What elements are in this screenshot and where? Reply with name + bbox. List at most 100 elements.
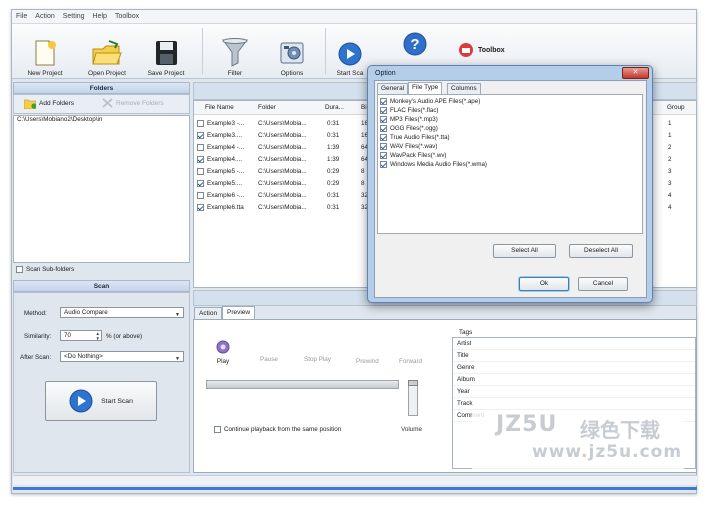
dialog-tab-file-type[interactable]: File Type <box>408 82 443 94</box>
row-checkbox[interactable] <box>197 204 204 211</box>
open-folder-icon <box>92 40 122 65</box>
menu-file[interactable]: File <box>16 13 27 20</box>
pause-button[interactable]: Pause <box>260 356 278 363</box>
scan-subfolders-checkbox[interactable]: Scan Sub-folders <box>16 266 74 273</box>
cancel-button[interactable]: Cancel <box>578 277 628 291</box>
row-folder: C:\Users\Mobia... <box>258 192 307 199</box>
menu-setting[interactable]: Setting <box>63 13 85 20</box>
tag-row[interactable]: Year <box>453 386 695 398</box>
save-project-button[interactable]: Save Project <box>142 27 190 77</box>
dialog-tab-columns[interactable]: Columns <box>447 83 481 94</box>
options-icon <box>280 42 304 64</box>
filetype-checkbox[interactable] <box>380 116 387 123</box>
remove-folders-button[interactable]: Remove Folders <box>102 98 164 108</box>
row-checkbox[interactable] <box>197 168 204 175</box>
tag-row[interactable]: Title <box>453 350 695 362</box>
row-checkbox[interactable] <box>197 156 204 163</box>
toolbox-button[interactable]: Toolbox <box>458 42 505 58</box>
start-scan-toolbar-button[interactable]: Start Sca <box>332 27 368 77</box>
forward-button[interactable]: Forward <box>399 358 422 365</box>
after-scan-select[interactable]: <Do Nothing> <box>60 351 184 364</box>
toolbar-separator <box>202 28 203 74</box>
tag-name: Track <box>457 400 473 407</box>
col-folder[interactable]: Folder <box>258 102 276 114</box>
stop-play-button[interactable]: Stop Play <box>304 356 331 363</box>
row-checkbox[interactable] <box>197 180 204 187</box>
options-button[interactable]: Options <box>272 27 312 77</box>
start-scan-button[interactable]: Start Scan <box>45 381 157 421</box>
menu-action[interactable]: Action <box>35 13 54 20</box>
stepper-arrows-icon[interactable]: ▲ ▼ <box>96 331 100 341</box>
volume-slider-thumb[interactable] <box>408 380 418 386</box>
filetype-item[interactable]: WavPack Files(*.wv) <box>380 151 447 160</box>
ok-button[interactable]: Ok <box>519 277 569 291</box>
row-folder: C:\Users\Mobia... <box>258 120 307 127</box>
row-folder: C:\Users\Mobia... <box>258 156 307 163</box>
filetype-checkbox[interactable] <box>380 98 387 105</box>
continue-playback-box[interactable] <box>214 426 221 433</box>
row-group: 4 <box>668 204 672 211</box>
playback-progress-bar[interactable] <box>206 380 399 389</box>
row-checkbox[interactable] <box>197 132 204 139</box>
play-button[interactable]: Play <box>216 340 230 365</box>
new-project-button[interactable]: New Project <box>22 27 68 77</box>
tag-row[interactable]: Genre <box>453 362 695 374</box>
continue-playback-checkbox[interactable]: Continue playback from the same position <box>214 426 341 433</box>
method-select[interactable]: Audio Compare <box>60 307 184 320</box>
help-button[interactable]: ? <box>400 27 430 57</box>
row-duration: 0:31 <box>327 120 340 127</box>
row-file-name: Example5 -... <box>207 168 245 175</box>
filetype-label: WavPack Files(*.wv) <box>390 152 447 159</box>
filetype-item[interactable]: FLAC Files(*.flac) <box>380 106 438 115</box>
tag-row[interactable]: Artist <box>453 338 695 350</box>
filetype-checkbox[interactable] <box>380 107 387 114</box>
add-folders-button[interactable]: Add Folders <box>24 98 74 109</box>
start-scan-label: Start Scan <box>101 397 133 405</box>
similarity-stepper[interactable]: 70 ▲ ▼ <box>60 330 102 341</box>
menu-toolbox[interactable]: Toolbox <box>115 13 139 20</box>
row-file-name: Example6 -... <box>207 192 245 199</box>
filetype-item[interactable]: True Audio Files(*.tta) <box>380 133 450 142</box>
col-duration[interactable]: Dura... <box>325 102 344 114</box>
row-group: 3 <box>668 180 672 187</box>
filetype-checkbox[interactable] <box>380 125 387 132</box>
row-checkbox[interactable] <box>197 192 204 199</box>
tag-row[interactable]: Album <box>453 374 695 386</box>
filetype-checkbox[interactable] <box>380 134 387 141</box>
menu-help[interactable]: Help <box>93 13 107 20</box>
tab-preview[interactable]: Preview <box>222 306 256 319</box>
select-all-button[interactable]: Select All <box>493 244 556 258</box>
filetype-item[interactable]: Windows Media Audio Files(*.wma) <box>380 160 487 169</box>
scan-subfolders-box[interactable] <box>16 266 23 273</box>
deselect-all-button[interactable]: Deselect All <box>569 244 633 258</box>
row-bitrate: 8 <box>361 168 365 175</box>
prewind-button[interactable]: Prewind <box>356 358 379 365</box>
filetype-item[interactable]: WAV Files(*.wav) <box>380 142 437 151</box>
col-bitrate[interactable]: Bi <box>361 102 367 114</box>
filter-label: Filter <box>227 70 243 77</box>
filetype-item[interactable]: MP3 Files(*.mp3) <box>380 115 438 124</box>
similarity-value: 70 <box>64 332 72 339</box>
row-group: 2 <box>668 144 672 151</box>
open-project-button[interactable]: Open Project <box>82 27 132 77</box>
tab-action[interactable]: Action <box>194 307 223 319</box>
filetype-checkbox[interactable] <box>380 143 387 150</box>
folder-list[interactable]: C:\Users\Mobiano2\Desktop\in <box>13 115 190 263</box>
filetype-item[interactable]: OGG Files(*.ogg) <box>380 124 438 133</box>
filetype-item[interactable]: Monkey's Audio APE Files(*.ape) <box>380 97 480 106</box>
tag-row[interactable]: Track <box>453 398 695 410</box>
col-file-name[interactable]: File Name <box>205 102 234 114</box>
folder-path[interactable]: C:\Users\Mobiano2\Desktop\in <box>17 114 102 126</box>
col-group[interactable]: Group <box>667 102 685 114</box>
row-checkbox[interactable] <box>197 144 204 151</box>
filetype-checkbox[interactable] <box>380 152 387 159</box>
toolbox-label: Toolbox <box>478 46 505 54</box>
dialog-tab-general[interactable]: General <box>377 83 409 94</box>
volume-slider[interactable] <box>408 380 418 416</box>
filter-button[interactable]: Filter <box>215 27 255 77</box>
filetype-checkbox[interactable] <box>380 161 387 168</box>
row-group: 3 <box>668 168 672 175</box>
dialog-close-button[interactable]: ✕ <box>622 67 649 79</box>
row-checkbox[interactable] <box>197 120 204 127</box>
filetype-label: True Audio Files(*.tta) <box>390 134 450 141</box>
